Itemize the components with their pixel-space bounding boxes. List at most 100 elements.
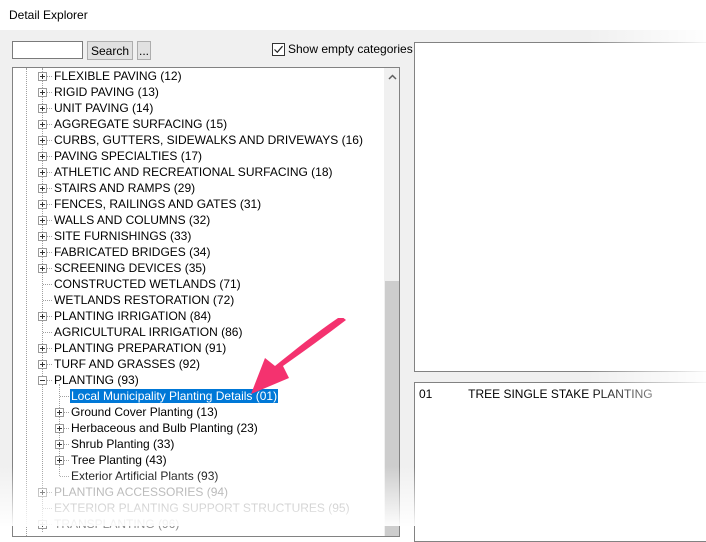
tree-item[interactable]: PLANTING IRRIGATION (84) (53, 308, 212, 324)
tree-item-label: FENCES, RAILINGS AND GATES (31) (54, 197, 262, 211)
search-button[interactable]: Search (87, 41, 133, 60)
tree-item[interactable]: FLEXIBLE PAVING (12) (53, 68, 183, 84)
tree-item-label: TRANSPLANTING (96) (54, 517, 180, 531)
expand-plus-icon[interactable] (38, 264, 47, 273)
show-empty-categories-checkbox[interactable] (272, 42, 285, 56)
tree-item-label: PLANTING ACCESSORIES (94) (54, 485, 229, 499)
expand-plus-icon[interactable] (38, 184, 47, 193)
tree-connector (43, 300, 52, 301)
tree-item-label: PAVING SPECIALTIES (17) (54, 149, 203, 163)
expand-plus-icon[interactable] (38, 232, 47, 241)
tree-item-label: AGGREGATE SURFACING (15) (54, 117, 228, 131)
tree-item[interactable]: PLANTING ACCESSORIES (94) (53, 484, 229, 500)
tree-item-label: CONSTRUCTED WETLANDS (71) (54, 277, 241, 291)
show-empty-categories-toggle[interactable]: Show empty categories (272, 42, 413, 56)
tree-item-label: UNIT PAVING (14) (54, 101, 154, 115)
expand-plus-icon[interactable] (38, 72, 47, 81)
tree-item-label: AGRICULTURAL IRRIGATION (86) (54, 325, 243, 339)
tree-item[interactable]: UNIT PAVING (14) (53, 100, 154, 116)
tree-item-label: Local Municipality Planting Details (01) (70, 389, 279, 403)
tree-item-label: CURBS, GUTTERS, SIDEWALKS AND DRIVEWAYS … (54, 133, 363, 147)
detail-name: TREE SINGLE STAKE PLANTING (468, 387, 653, 401)
expand-plus-icon[interactable] (38, 120, 47, 129)
tree-item[interactable]: AGRICULTURAL IRRIGATION (86) (53, 324, 243, 340)
tree-connector (60, 396, 69, 397)
scroll-thumb[interactable] (385, 281, 399, 536)
details-list[interactable]: 01 TREE SINGLE STAKE PLANTING (414, 382, 706, 542)
tree-item[interactable]: Herbaceous and Bulb Planting (23) (70, 420, 259, 436)
tree-item-label: WALLS AND COLUMNS (32) (54, 213, 211, 227)
tree-item[interactable]: CONSTRUCTED WETLANDS (71) (53, 276, 242, 292)
tree-item[interactable]: RIGID PAVING (13) (53, 84, 160, 100)
tree-item-label: FLEXIBLE PAVING (12) (54, 69, 182, 83)
tree-item[interactable]: Shrub Planting (33) (70, 436, 175, 452)
tree-item[interactable]: Tree Planting (43) (70, 452, 168, 468)
tree-item[interactable]: PLANTING (93) (53, 372, 140, 388)
more-options-button[interactable]: ... (137, 41, 151, 60)
search-input[interactable] (12, 41, 83, 59)
tree-item-label: TURF AND GRASSES (92) (54, 357, 201, 371)
title-bar: Detail Explorer (0, 0, 706, 30)
tree-item[interactable]: EXTERIOR PLANTING SUPPORT STRUCTURES (95… (53, 500, 351, 516)
tree-item-label: SCREENING DEVICES (35) (54, 261, 207, 275)
tree-item-label: STAIRS AND RAMPS (29) (54, 181, 196, 195)
tree-item[interactable]: SITE FURNISHINGS (33) (53, 228, 192, 244)
tree-item-label: PLANTING IRRIGATION (84) (54, 309, 212, 323)
tree-item[interactable]: ATHLETIC AND RECREATIONAL SURFACING (18) (53, 164, 334, 180)
tree-item-label: SITE FURNISHINGS (33) (54, 229, 192, 243)
tree-item-label: Ground Cover Planting (13) (71, 405, 218, 419)
checkmark-icon (274, 45, 283, 53)
expand-plus-icon[interactable] (38, 136, 47, 145)
scroll-up-button[interactable] (384, 68, 399, 85)
tree-item[interactable]: SCREENING DEVICES (35) (53, 260, 207, 276)
show-empty-categories-label: Show empty categories (288, 42, 413, 56)
expand-plus-icon[interactable] (55, 440, 64, 449)
expand-plus-icon[interactable] (38, 312, 47, 321)
expand-plus-icon[interactable] (38, 152, 47, 161)
tree-item[interactable]: WALLS AND COLUMNS (32) (53, 212, 211, 228)
tree-connector (60, 476, 69, 477)
tree-item[interactable]: Exterior Artificial Plants (93) (70, 468, 219, 484)
tree-item[interactable]: WETLANDS RESTORATION (72) (53, 292, 235, 308)
tree-item[interactable]: TURF AND GRASSES (92) (53, 356, 201, 372)
category-tree[interactable]: FLEXIBLE PAVING (12) RIGID PAVING (13) UNI… (12, 67, 400, 537)
tree-item-label: Exterior Artificial Plants (93) (71, 469, 219, 483)
expand-plus-icon[interactable] (38, 168, 47, 177)
tree-item-label: PLANTING (93) (54, 373, 139, 387)
expand-plus-icon[interactable] (38, 88, 47, 97)
tree-item-label: RIGID PAVING (13) (54, 85, 159, 99)
tree-scrollbar[interactable] (384, 68, 399, 536)
tree-item[interactable]: STAIRS AND RAMPS (29) (53, 180, 196, 196)
tree-item[interactable]: Ground Cover Planting (13) (70, 404, 219, 420)
collapse-minus-icon[interactable] (38, 376, 47, 385)
tree-item[interactable]: FENCES, RAILINGS AND GATES (31) (53, 196, 262, 212)
tree-item-label: EXTERIOR PLANTING SUPPORT STRUCTURES (95… (54, 501, 350, 515)
expand-plus-icon[interactable] (55, 456, 64, 465)
tree-connector (43, 332, 52, 333)
expand-plus-icon[interactable] (38, 520, 47, 529)
expand-plus-icon[interactable] (38, 344, 47, 353)
tree-item[interactable]: TRANSPLANTING (96) (53, 516, 180, 532)
tree-item[interactable]: PAVING SPECIALTIES (17) (53, 148, 203, 164)
expand-plus-icon[interactable] (38, 488, 47, 497)
expand-plus-icon[interactable] (38, 216, 47, 225)
tree-guide-line (26, 68, 27, 536)
tree-item[interactable]: Local Municipality Planting Details (01) (70, 388, 279, 404)
expand-plus-icon[interactable] (55, 424, 64, 433)
tree-item-label: Tree Planting (43) (71, 453, 167, 467)
tree-item-label: FABRICATED BRIDGES (34) (54, 245, 211, 259)
tree-item[interactable]: PLANTING PREPARATION (91) (53, 340, 227, 356)
tree-item[interactable]: FABRICATED BRIDGES (34) (53, 244, 211, 260)
expand-plus-icon[interactable] (38, 104, 47, 113)
tree-item[interactable]: AGGREGATE SURFACING (15) (53, 116, 228, 132)
tree-item[interactable]: CURBS, GUTTERS, SIDEWALKS AND DRIVEWAYS … (53, 132, 364, 148)
detail-code: 01 (419, 387, 433, 401)
tree-item-label: PLANTING PREPARATION (91) (54, 341, 227, 355)
expand-plus-icon[interactable] (38, 200, 47, 209)
expand-plus-icon[interactable] (38, 360, 47, 369)
list-item[interactable]: 01 TREE SINGLE STAKE PLANTING (419, 386, 653, 402)
expand-plus-icon[interactable] (38, 248, 47, 257)
detail-preview-pane (414, 42, 706, 372)
tree-item-label: ATHLETIC AND RECREATIONAL SURFACING (18) (54, 165, 333, 179)
expand-plus-icon[interactable] (55, 408, 64, 417)
